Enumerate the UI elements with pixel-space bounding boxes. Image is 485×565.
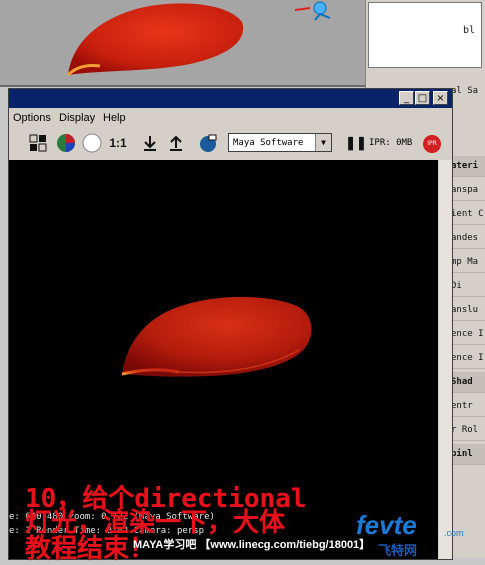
- attribute-list: al Sa ateri anspa ient C andes mp Ma Di anslu e…: [451, 0, 485, 558]
- logo-cn: 飞特网: [378, 543, 418, 558]
- renderer-select[interactable]: Maya Software ▼: [228, 133, 332, 152]
- ipr-memory-status: IPR: 0MB: [369, 138, 413, 148]
- logo-domain: .com: [444, 528, 464, 538]
- render-globals-icon[interactable]: [197, 132, 219, 154]
- pause-icon[interactable]: ❚❚: [345, 132, 367, 154]
- attribute-item[interactable]: ient C: [451, 204, 485, 225]
- ipr-button[interactable]: IPR: [423, 135, 441, 153]
- maximize-button[interactable]: □: [415, 91, 430, 105]
- real-size-button[interactable]: 1:1: [107, 132, 129, 154]
- attribute-item[interactable]: anspa: [451, 180, 485, 201]
- minimize-button[interactable]: _: [399, 91, 414, 105]
- attribute-item[interactable]: Shad: [451, 372, 485, 393]
- close-button[interactable]: ×: [433, 91, 448, 105]
- attribute-item[interactable]: pinl: [451, 444, 485, 465]
- render-toolbar: 1:1 Maya Software ▼ ❚❚ IPR: 0MB IPR: [9, 129, 452, 159]
- logo-text: fevte: [356, 510, 417, 540]
- background-viewport: [0, 0, 367, 87]
- attribute-item[interactable]: entr: [451, 396, 485, 417]
- attribute-item[interactable]: andes: [451, 228, 485, 249]
- menu-help[interactable]: Help: [103, 112, 126, 124]
- attribute-item[interactable]: Di: [451, 276, 485, 297]
- remove-image-icon[interactable]: [165, 132, 187, 154]
- window-titlebar[interactable]: _ □ ×: [9, 89, 452, 108]
- attribute-item[interactable]: anslu: [451, 300, 485, 321]
- attribute-item[interactable]: r Rol: [451, 420, 485, 441]
- attribute-item[interactable]: mp Ma: [451, 252, 485, 273]
- menu-display[interactable]: Display: [59, 112, 95, 124]
- alpha-channel-icon[interactable]: [81, 132, 103, 154]
- camera-gizmo-icon: [294, 1, 331, 21]
- menu-bar: Options Display Help: [9, 109, 452, 127]
- keep-image-icon[interactable]: [139, 132, 161, 154]
- attribute-item[interactable]: ence I: [451, 348, 485, 369]
- menu-options[interactable]: Options: [13, 112, 51, 124]
- render-region-icon[interactable]: [27, 132, 49, 154]
- chevron-down-icon: ▼: [315, 134, 331, 151]
- renderer-select-value: Maya Software: [233, 138, 304, 148]
- attribute-header-fragment: al Sa: [451, 86, 479, 96]
- attribute-item[interactable]: ence I: [451, 324, 485, 345]
- fevte-logo: fevte .com 飞特网: [356, 510, 471, 558]
- attribute-item[interactable]: ateri: [451, 156, 485, 177]
- rgb-channels-icon[interactable]: [55, 132, 77, 154]
